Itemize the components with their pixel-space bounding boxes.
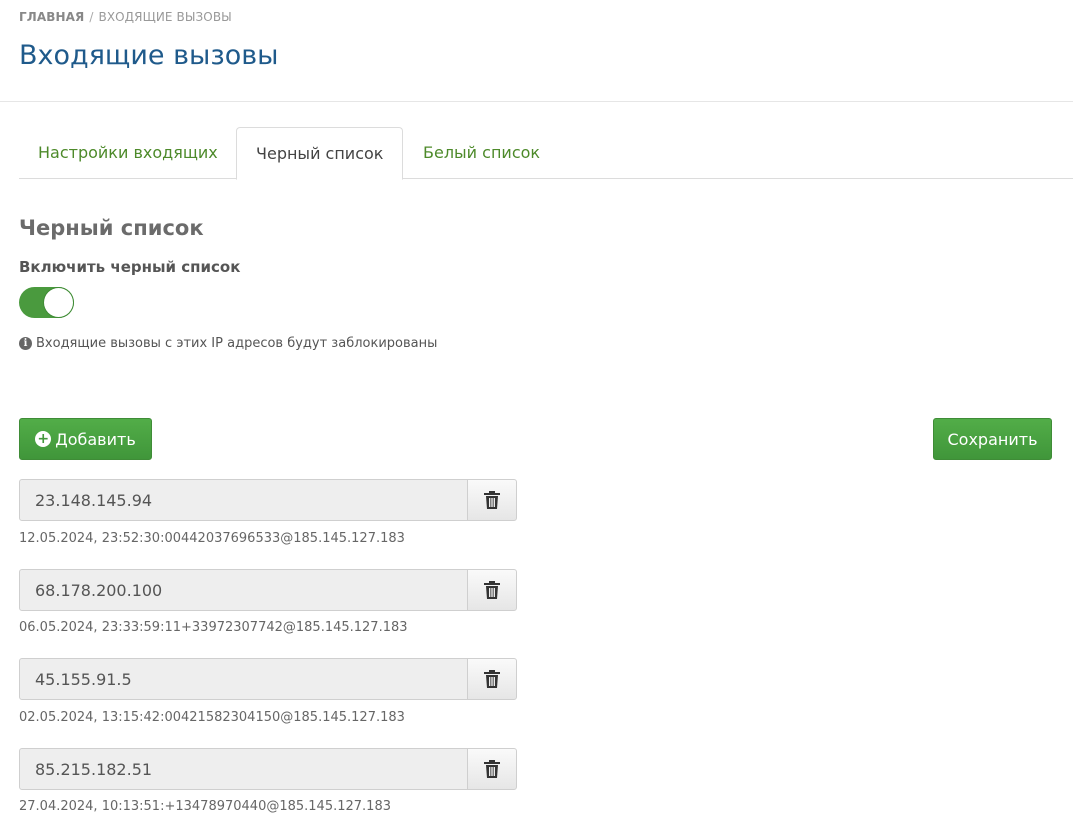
ip-entry-meta: 12.05.2024, 23:52:30:00442037696533@185.… [19,531,405,546]
add-button-label: Добавить [55,429,136,449]
blacklist-toggle[interactable] [19,287,74,318]
toggle-knob [44,288,73,317]
ip-entry [19,748,517,790]
tab-blacklist[interactable]: Черный список [236,127,404,180]
save-button[interactable]: Сохранить [933,418,1052,460]
tabs: Настройки входящих Черный список Белый с… [19,127,1073,180]
page: ГЛАВНАЯ / ВХОДЯЩИЕ ВЫЗОВЫ Входящие вызовы … [0,0,1073,825]
info-circle-icon: i [19,337,32,350]
ip-entry-meta: 02.05.2024, 13:15:42:00421582304150@185.… [19,710,405,725]
info-text: Входящие вызовы с этих IP адресов будут … [36,336,438,351]
ip-entry [19,658,517,700]
breadcrumb: ГЛАВНАЯ / ВХОДЯЩИЕ ВЫЗОВЫ [19,10,232,24]
tab-incoming-settings[interactable]: Настройки входящих [19,127,237,179]
delete-button[interactable] [467,569,517,611]
ip-input[interactable] [19,658,468,700]
info-note: i Входящие вызовы с этих IP адресов буду… [19,336,437,351]
delete-button[interactable] [467,479,517,521]
ip-entry-meta: 06.05.2024, 23:33:59:11+33972307742@185.… [19,620,408,635]
delete-button[interactable] [467,658,517,700]
breadcrumb-current: ВХОДЯЩИЕ ВЫЗОВЫ [98,10,232,24]
ip-input[interactable] [19,569,468,611]
ip-entry [19,569,517,611]
tab-whitelist[interactable]: Белый список [404,127,559,179]
section-title: Черный список [19,216,204,240]
page-title: Входящие вызовы [19,40,279,71]
ip-input[interactable] [19,748,468,790]
ip-input[interactable] [19,479,468,521]
save-button-label: Сохранить [947,429,1038,449]
toggle-label: Включить черный список [19,258,241,276]
add-button[interactable]: + Добавить [19,418,152,460]
trash-icon [484,760,500,778]
trash-icon [484,581,500,599]
trash-icon [484,491,500,509]
plus-circle-icon: + [35,431,52,447]
breadcrumb-separator: / [89,10,94,24]
ip-entry [19,479,517,521]
page-header: ГЛАВНАЯ / ВХОДЯЩИЕ ВЫЗОВЫ Входящие вызовы [0,0,1073,102]
trash-icon [484,670,500,688]
delete-button[interactable] [467,748,517,790]
breadcrumb-home[interactable]: ГЛАВНАЯ [19,10,84,24]
ip-entry-meta: 27.04.2024, 10:13:51:+13478970440@185.14… [19,799,391,814]
